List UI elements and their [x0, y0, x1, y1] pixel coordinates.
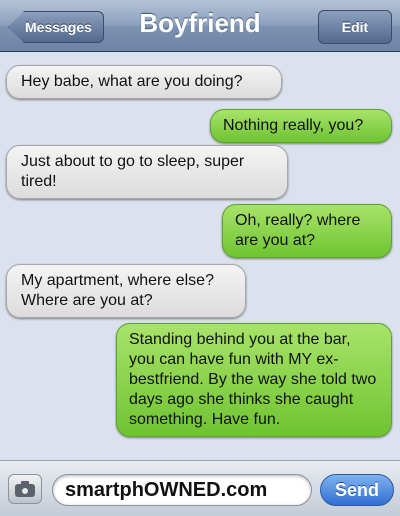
message-input[interactable]: smartphOWNED.com: [52, 474, 312, 506]
composer-bar: smartphOWNED.com Send: [0, 460, 400, 516]
message-bubble-outgoing: Nothing really, you?: [210, 109, 392, 143]
message-bubble-incoming: Just about to go to sleep, super tired!: [6, 145, 288, 199]
send-button[interactable]: Send: [320, 474, 394, 506]
message-bubble-incoming: Hey babe, what are you doing?: [6, 65, 282, 99]
message-thread: Hey babe, what are you doing? Nothing re…: [0, 53, 400, 460]
message-bubble-incoming: My apartment, where else? Where are you …: [6, 264, 246, 318]
message-bubble-outgoing: Oh, really? where are you at?: [222, 204, 392, 258]
navigation-bar: Messages Boyfriend Edit: [0, 0, 400, 52]
camera-button[interactable]: [8, 474, 42, 504]
message-bubble-outgoing: Standing behind you at the bar, you can …: [116, 323, 392, 437]
edit-button[interactable]: Edit: [318, 10, 392, 44]
